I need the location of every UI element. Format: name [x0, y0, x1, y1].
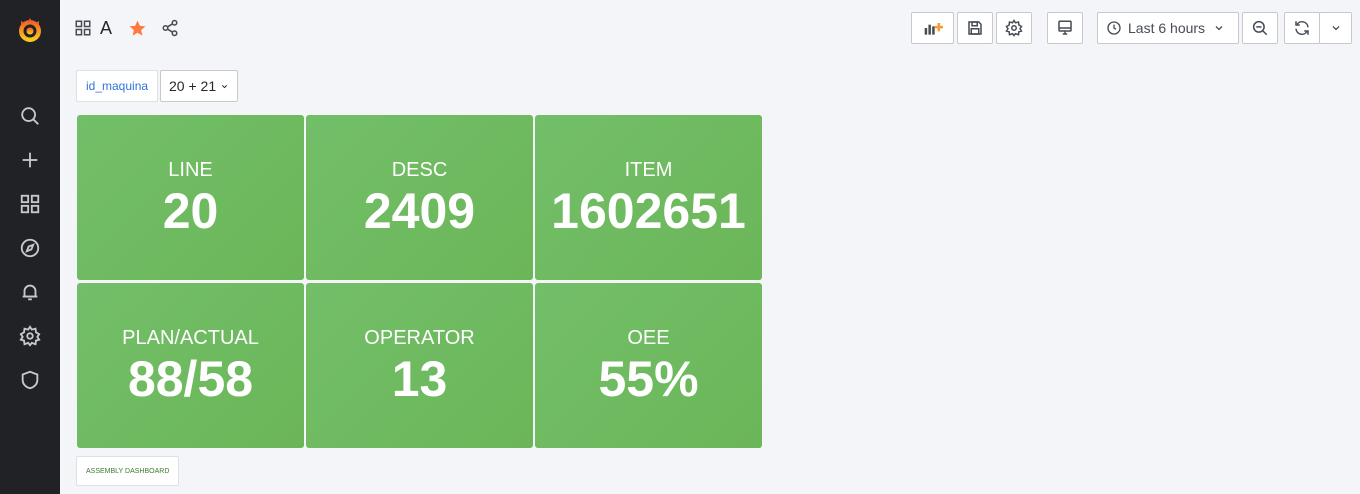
chevron-down-icon [1330, 22, 1342, 34]
panel-value: 13 [391, 350, 448, 407]
alerting-bell-icon[interactable] [10, 272, 50, 312]
stat-panel-line[interactable]: LINE 20 [77, 115, 304, 280]
settings-gear-icon[interactable] [10, 316, 50, 356]
dashboard-grid-icon[interactable] [74, 19, 92, 37]
zoom-out-button[interactable] [1242, 12, 1278, 44]
refresh-button[interactable] [1284, 12, 1320, 44]
grafana-logo-icon[interactable] [10, 10, 50, 50]
stat-panel-plan-actual[interactable]: PLAN/ACTUAL 88/58 [77, 283, 304, 448]
dashboard-title-bar: A [74, 14, 179, 42]
panel-title: DESC [391, 158, 448, 181]
shield-icon[interactable] [10, 360, 50, 400]
assembly-dashboard-link[interactable]: ASSEMBLY DASHBOARD [76, 456, 180, 486]
panel-value: 2409 [363, 182, 476, 239]
panel-title: OEE [627, 326, 670, 349]
dashboard-header: A Last 6 hours [60, 0, 1360, 56]
chevron-down-icon [1213, 22, 1225, 34]
search-icon[interactable] [10, 96, 50, 136]
variable-value: 20 + 21 [169, 78, 217, 94]
clock-icon [1106, 20, 1122, 36]
variable-select[interactable]: 20 + 21 [160, 70, 239, 102]
panel-value: 20 [162, 182, 219, 239]
explore-compass-icon[interactable] [10, 228, 50, 268]
stat-panel-desc[interactable]: DESC 2409 [306, 115, 533, 280]
tv-mode-button[interactable] [1047, 12, 1083, 44]
panel-title: ITEM [624, 158, 673, 181]
stat-panel-item[interactable]: ITEM 1602651 [535, 115, 762, 280]
dashboard-title[interactable]: A [100, 18, 112, 39]
panel-value: 88/58 [127, 350, 254, 407]
time-range-label: Last 6 hours [1128, 20, 1206, 36]
refresh-interval-dropdown[interactable] [1319, 12, 1352, 44]
add-panel-button[interactable] [911, 12, 954, 44]
panel-title: LINE [168, 158, 213, 181]
star-icon[interactable] [128, 19, 147, 38]
sidebar [0, 0, 60, 494]
dashboards-grid-icon[interactable] [10, 184, 50, 224]
save-dashboard-button[interactable] [957, 12, 993, 44]
panel-value: 1602651 [551, 182, 746, 239]
stat-panel-operator[interactable]: OPERATOR 13 [306, 283, 533, 448]
stat-panel-oee[interactable]: OEE 55% [535, 283, 762, 448]
dashboard-settings-button[interactable] [996, 12, 1032, 44]
panel-value: 55% [598, 350, 699, 407]
chevron-down-icon [220, 82, 229, 91]
variable-label: id_maquina [76, 70, 159, 102]
panel-title: OPERATOR [364, 326, 475, 349]
panel-title: PLAN/ACTUAL [122, 326, 259, 349]
time-range-picker[interactable]: Last 6 hours [1097, 12, 1239, 44]
create-plus-icon[interactable] [10, 140, 50, 180]
share-icon[interactable] [161, 19, 179, 37]
